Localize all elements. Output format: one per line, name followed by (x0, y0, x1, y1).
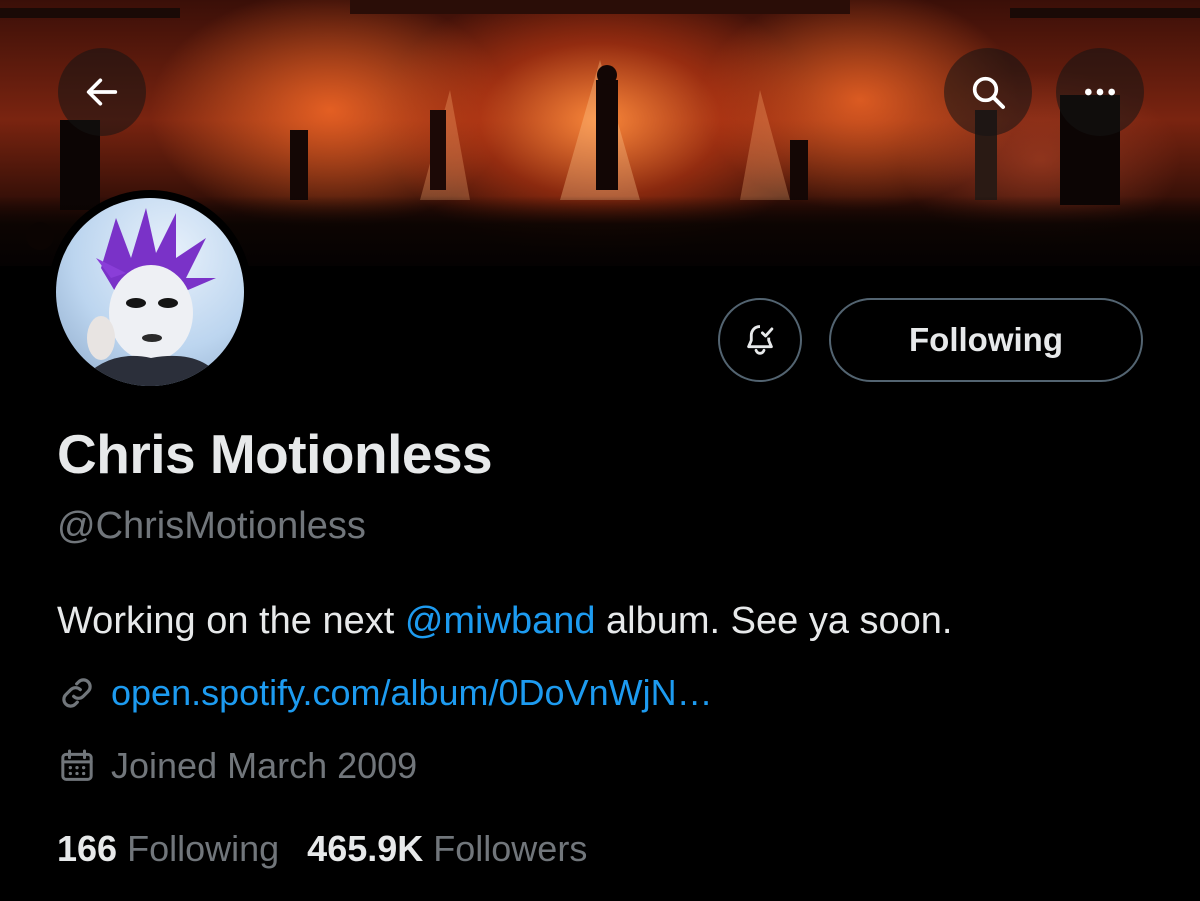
profile-name: Chris Motionless (57, 423, 493, 485)
more-horizontal-icon (1085, 88, 1115, 96)
profile-bio: Working on the next @miwband album. See … (57, 600, 952, 643)
followers-stat[interactable]: 465.9K Followers (307, 828, 587, 870)
following-label: Following (127, 828, 280, 869)
search-button[interactable] (944, 48, 1032, 136)
calendar-icon (61, 749, 93, 781)
followers-count: 465.9K (307, 828, 424, 869)
followers-label: Followers (433, 828, 588, 869)
following-count: 166 (57, 828, 118, 869)
avatar-image (56, 198, 244, 386)
bio-text-suffix: album. See ya soon. (595, 600, 953, 642)
following-button[interactable]: Following (829, 298, 1143, 382)
following-stat[interactable]: 166 Following (57, 828, 279, 870)
profile-handle: @ChrisMotionless (57, 505, 366, 547)
link-icon (62, 678, 92, 708)
notifications-button[interactable] (718, 298, 802, 382)
bell-check-icon (747, 325, 774, 355)
search-icon (972, 76, 1005, 109)
joined-date: Joined March 2009 (111, 745, 418, 786)
profile-website[interactable]: open.spotify.com/album/0DoVnWjN… (57, 672, 713, 714)
profile-joined: Joined March 2009 (57, 745, 417, 787)
more-button[interactable] (1056, 48, 1144, 136)
arrow-left-icon (86, 78, 118, 106)
profile-avatar[interactable] (48, 190, 252, 394)
back-button[interactable] (58, 48, 146, 136)
website-link[interactable]: open.spotify.com/album/0DoVnWjN… (111, 672, 713, 714)
profile-stats: 166 Following 465.9K Followers (57, 828, 615, 870)
bio-text-prefix: Working on the next (57, 600, 405, 642)
bio-mention-link[interactable]: @miwband (405, 600, 596, 642)
